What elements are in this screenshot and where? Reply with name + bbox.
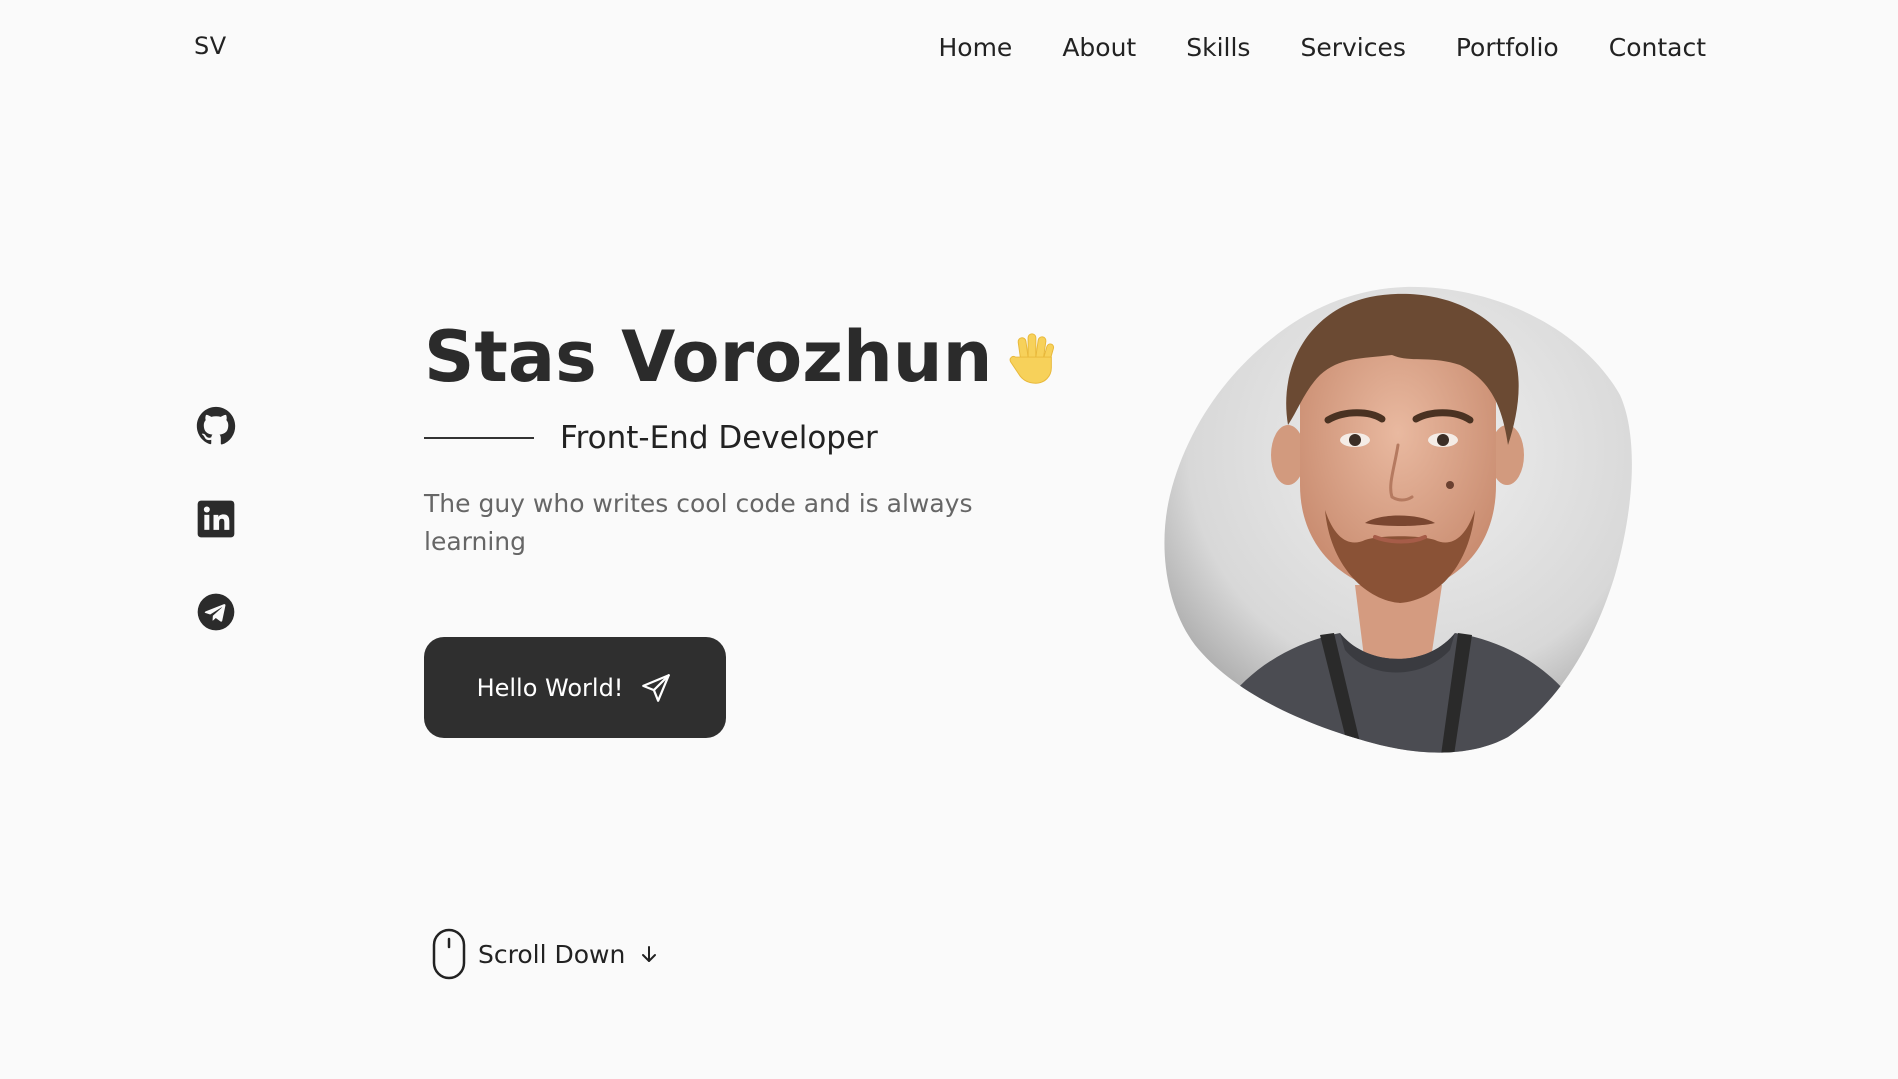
arrow-down-icon — [642, 946, 657, 962]
hero-name: Stas Vorozhun — [424, 316, 993, 398]
scroll-down-link[interactable]: Scroll Down — [432, 928, 661, 980]
role-divider — [424, 437, 534, 439]
main-nav: Home About Skills Services Portfolio Con… — [888, 30, 1706, 66]
profile-photo — [1164, 286, 1632, 753]
nav-portfolio[interactable]: Portfolio — [1456, 30, 1559, 66]
nav-contact[interactable]: Contact — [1609, 30, 1706, 66]
social-links — [196, 406, 236, 685]
telegram-icon[interactable] — [196, 592, 236, 632]
send-icon — [642, 673, 671, 702]
hero-title: Stas Vorozhun — [424, 312, 1062, 402]
linkedin-icon[interactable] — [196, 499, 236, 539]
hero-description: The guy who writes cool code and is alwa… — [424, 489, 973, 556]
nav-home[interactable]: Home — [938, 30, 1012, 66]
role-row: Front-End Developer — [424, 418, 878, 458]
role-title: Front-End Developer — [560, 420, 878, 456]
mouse-icon — [432, 928, 466, 980]
scroll-down-label: Scroll Down — [478, 939, 626, 969]
nav-services[interactable]: Services — [1300, 30, 1405, 66]
github-icon[interactable] — [196, 406, 236, 446]
waving-hand-icon — [1000, 321, 1062, 384]
hello-world-label: Hello World! — [476, 673, 624, 702]
nav-skills[interactable]: Skills — [1186, 30, 1250, 66]
logo[interactable]: SV — [194, 32, 227, 60]
nav-about[interactable]: About — [1062, 30, 1136, 66]
hello-world-button[interactable]: Hello World! — [424, 637, 726, 738]
page: SV Home About Skills Services Portfolio … — [0, 0, 1898, 1079]
